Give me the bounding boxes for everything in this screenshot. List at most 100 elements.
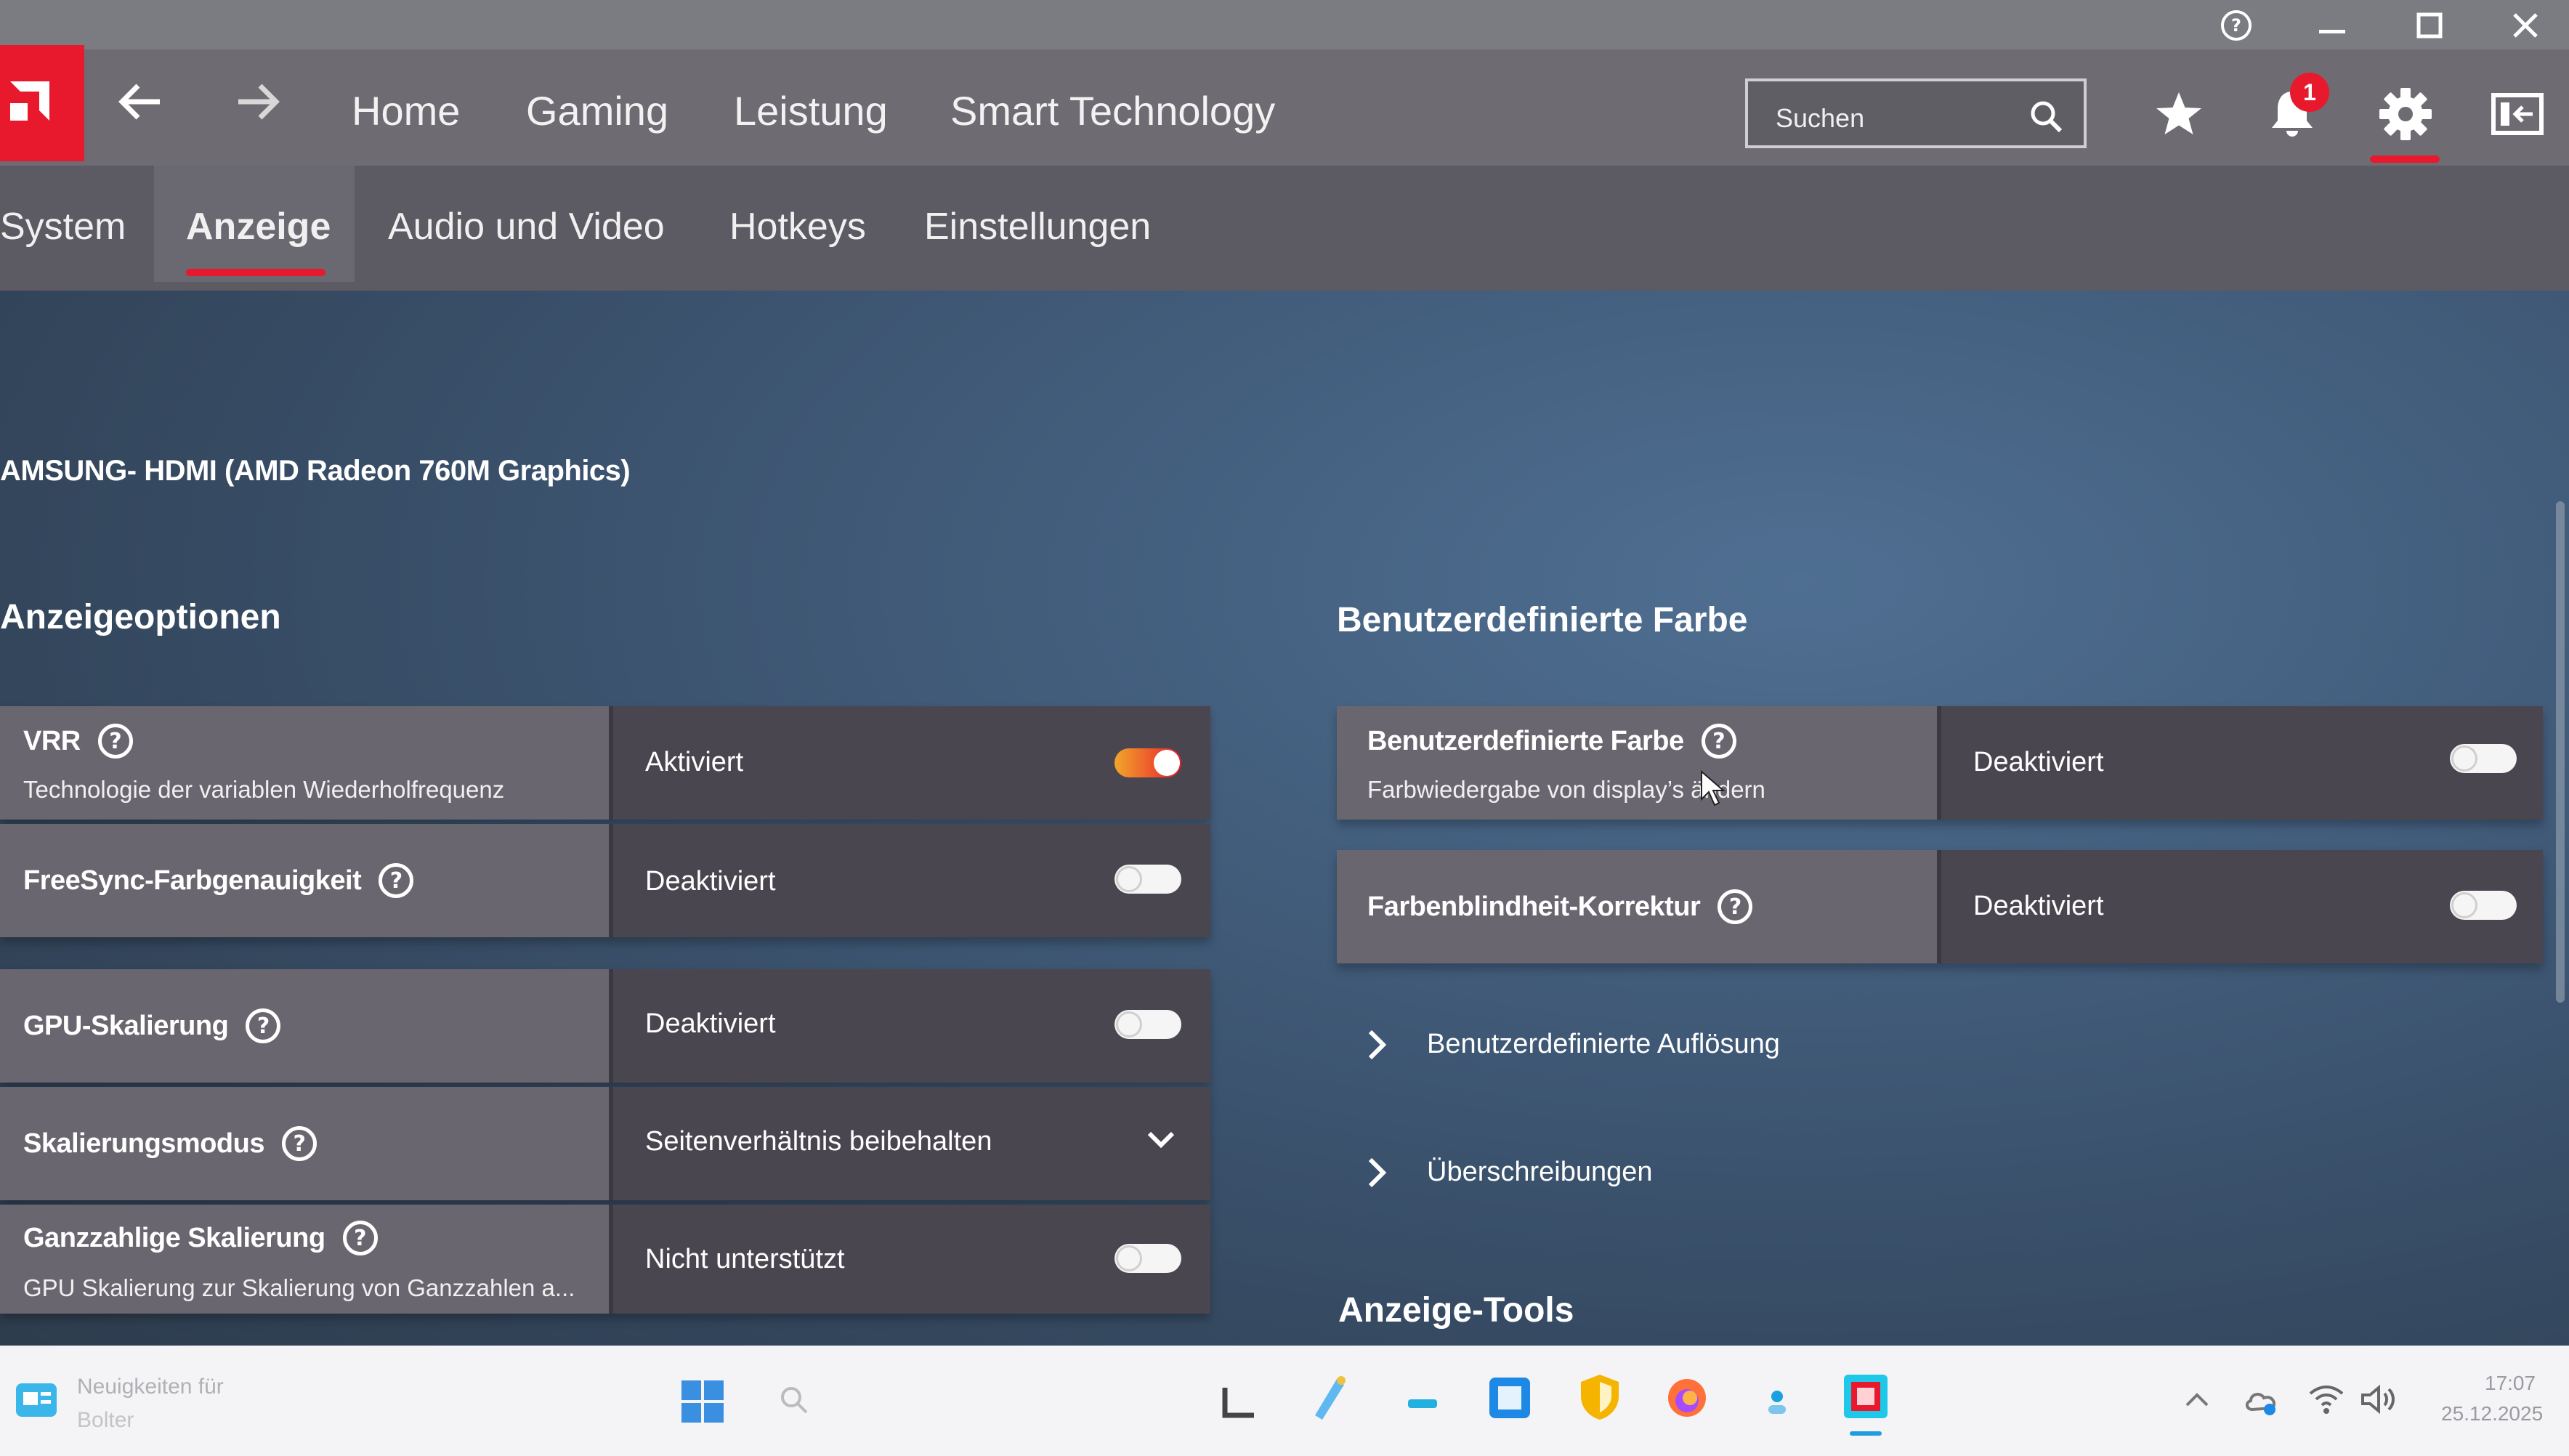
firefox-icon[interactable]: [1664, 1375, 1710, 1421]
pen-app-icon[interactable]: [1308, 1372, 1351, 1423]
scrollbar[interactable]: [2556, 501, 2565, 1003]
sidebar-toggle-icon[interactable]: [2485, 81, 2550, 147]
setting-value-cell: Aktiviert: [609, 706, 1210, 820]
help-icon[interactable]: ?: [97, 724, 133, 759]
subtab-anzeige[interactable]: Anzeige: [186, 205, 331, 248]
clock-date[interactable]: 25.12.2025: [2441, 1402, 2543, 1425]
mouse-cursor-icon: [1701, 770, 1725, 806]
farbenblindheit-label: Farbenblindheit-Korrektur: [1367, 891, 1701, 922]
help-icon[interactable]: ?: [1718, 889, 1753, 924]
ganzzahlige-skalierung-toggle[interactable]: [1114, 1244, 1181, 1273]
toggle-knob: [1154, 750, 1180, 776]
tab-leistung[interactable]: Leistung: [734, 87, 888, 134]
toggle-knob: [1116, 1011, 1142, 1038]
setting-label: GPU-Skalierung ?: [23, 1008, 281, 1043]
wifi-icon[interactable]: [2307, 1383, 2345, 1415]
app-icon[interactable]: [1407, 1395, 1439, 1412]
section-title-anzeige-tools: Anzeige-Tools: [1338, 1291, 1574, 1330]
setting-row-vrr: VRR ? Technologie der variablen Wiederho…: [0, 706, 1210, 820]
setting-row-freesync: FreeSync-Farbgenauigkeit ? Deaktiviert: [0, 824, 1210, 937]
expander-label: Benutzerdefinierte Auflösung: [1427, 1029, 1780, 1059]
freesync-label: FreeSync-Farbgenauigkeit: [23, 865, 362, 896]
expander-label: Überschreibungen: [1427, 1157, 1653, 1187]
amd-logo[interactable]: [0, 45, 84, 161]
toggle-knob: [2451, 745, 2477, 772]
farbenblindheit-toggle[interactable]: [2450, 891, 2517, 920]
gpu-skalierung-value: Deaktiviert: [645, 1008, 776, 1039]
freesync-value: Deaktiviert: [645, 866, 776, 897]
setting-row-ganzzahlige-skalierung: Ganzzahlige Skalierung ? GPU Skalierung …: [0, 1205, 1210, 1314]
gear-icon[interactable]: [2373, 81, 2438, 147]
help-circle-icon[interactable]: ?: [2214, 7, 2258, 44]
shield-icon[interactable]: [1578, 1372, 1622, 1423]
setting-label: Ganzzahlige Skalierung ?: [23, 1221, 378, 1255]
search-input[interactable]: [1774, 102, 2024, 135]
tab-home[interactable]: Home: [352, 87, 460, 134]
vrr-description: Technologie der variablen Wiederholfrequ…: [23, 776, 505, 803]
setting-row-skalierungsmodus: Skalierungsmodus ? Seitenverhältnis beib…: [0, 1087, 1210, 1200]
setting-label: Benutzerdefinierte Farbe ?: [1367, 724, 1736, 759]
volume-icon[interactable]: [2358, 1382, 2398, 1417]
chevron-right-icon: [1368, 1030, 1387, 1060]
help-icon[interactable]: ?: [246, 1008, 281, 1043]
windows-start-icon[interactable]: [679, 1378, 727, 1425]
chevron-down-icon: [1147, 1131, 1175, 1149]
setting-label-cell: Farbenblindheit-Korrektur ?: [1337, 850, 1937, 963]
gpu-skalierung-toggle[interactable]: [1114, 1010, 1181, 1039]
subtab-hotkeys[interactable]: Hotkeys: [729, 205, 866, 248]
svg-text:?: ?: [2231, 15, 2241, 36]
back-arrow-icon[interactable]: [116, 80, 163, 132]
tab-smart-technology[interactable]: Smart Technology: [950, 87, 1275, 134]
subtab-active-indicator: [186, 269, 325, 276]
skalierungsmodus-dropdown[interactable]: Seitenverhältnis beibehalten: [609, 1087, 1210, 1200]
chevron-right-icon: [1368, 1157, 1387, 1188]
freesync-toggle[interactable]: [1114, 865, 1181, 894]
gpu-skalierung-label: GPU-Skalierung: [23, 1010, 229, 1041]
help-icon[interactable]: ?: [1701, 724, 1736, 759]
star-icon[interactable]: [2146, 81, 2212, 147]
farbenblindheit-value: Deaktiviert: [1973, 891, 2104, 921]
setting-value-cell: Deaktiviert: [609, 969, 1210, 1083]
cloud-icon[interactable]: [2242, 1382, 2281, 1418]
people-app-icon[interactable]: [1761, 1386, 1793, 1418]
chevron-up-icon[interactable]: [2182, 1389, 2212, 1411]
benutzerdefinierte-farbe-label: Benutzerdefinierte Farbe: [1367, 725, 1684, 756]
task-view-icon[interactable]: [1221, 1383, 1258, 1421]
help-icon[interactable]: ?: [379, 863, 414, 898]
help-icon[interactable]: ?: [281, 1126, 317, 1161]
forward-arrow-icon[interactable]: [235, 80, 282, 132]
help-icon[interactable]: ?: [342, 1221, 378, 1255]
news-widget-icon[interactable]: [12, 1376, 62, 1424]
setting-row-farbenblindheit: Farbenblindheit-Korrektur ? Deaktiviert: [1337, 850, 2543, 963]
toggle-knob: [1116, 866, 1142, 892]
news-widget-title: Neuigkeiten für: [77, 1375, 224, 1399]
setting-label: FreeSync-Farbgenauigkeit ?: [23, 863, 414, 898]
search-box[interactable]: [1745, 78, 2087, 148]
setting-label-cell: Ganzzahlige Skalierung ? GPU Skalierung …: [0, 1205, 609, 1314]
tab-gaming[interactable]: Gaming: [526, 87, 668, 134]
minimize-icon[interactable]: [2310, 7, 2354, 44]
subtab-einstellungen[interactable]: Einstellungen: [924, 205, 1151, 248]
ganzzahlige-skalierung-description: GPU Skalierung zur Skalierung von Ganzza…: [23, 1274, 575, 1301]
setting-label-cell: GPU-Skalierung ?: [0, 969, 609, 1083]
amd-software-icon[interactable]: [1842, 1373, 1889, 1420]
clock-time[interactable]: 17:07: [2485, 1372, 2536, 1395]
title-bar: ?: [0, 0, 2569, 49]
vrr-toggle[interactable]: [1114, 748, 1181, 777]
benutzerdefinierte-farbe-toggle[interactable]: [2450, 744, 2517, 773]
display-device-name[interactable]: AMSUNG- HDMI (AMD Radeon 760M Graphics): [0, 455, 631, 488]
ganzzahlige-skalierung-value: Nicht unterstützt: [645, 1244, 845, 1274]
search-icon[interactable]: [2028, 99, 2063, 137]
notification-badge: 1: [2290, 73, 2329, 112]
subtab-audio-und-video[interactable]: Audio und Video: [388, 205, 665, 248]
maximize-icon[interactable]: [2408, 7, 2451, 44]
setting-value-cell: Deaktiviert: [609, 824, 1210, 937]
toggle-knob: [2451, 892, 2477, 918]
close-icon[interactable]: [2504, 7, 2547, 44]
subtab-system[interactable]: System: [0, 205, 126, 248]
taskbar-search-icon[interactable]: [777, 1383, 811, 1417]
skalierungsmodus-label: Skalierungsmodus: [23, 1128, 264, 1159]
settings-active-indicator: [2370, 155, 2440, 163]
skalierungsmodus-value: Seitenverhältnis beibehalten: [645, 1126, 992, 1157]
store-icon[interactable]: [1486, 1375, 1533, 1421]
